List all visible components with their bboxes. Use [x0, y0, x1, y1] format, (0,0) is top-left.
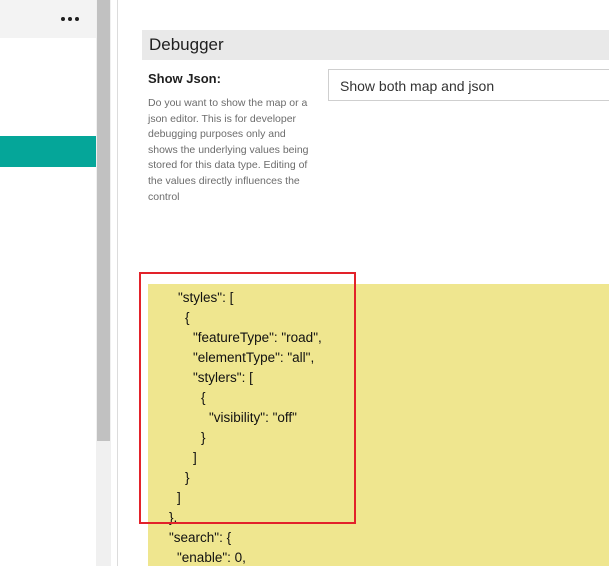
json-line: "search": {: [169, 530, 232, 545]
json-line: {: [185, 310, 190, 325]
json-line: },: [169, 510, 178, 525]
json-line: ]: [177, 490, 181, 505]
json-line: ]: [193, 450, 197, 465]
show-json-description: Do you want to show the map or a json ed…: [148, 97, 309, 203]
json-editor[interactable]: "styles": [ { "featureType": "road", "el…: [148, 284, 609, 566]
sidebar-item-active[interactable]: [0, 136, 96, 167]
show-json-select-value: Show both map and json: [340, 78, 495, 94]
more-options-icon[interactable]: [61, 14, 81, 24]
section-title: Debugger: [149, 35, 224, 54]
json-line: {: [201, 390, 206, 405]
json-line: "stylers": [: [193, 370, 253, 385]
show-json-label: Show Json:: [148, 71, 221, 86]
json-line: "enable": 0,: [177, 550, 246, 565]
panel-divider: [117, 0, 118, 566]
show-json-select[interactable]: Show both map and json: [328, 69, 609, 101]
json-line: "styles": [: [178, 290, 234, 305]
json-line: "featureType": "road",: [193, 330, 322, 345]
section-header: Debugger: [142, 30, 609, 60]
json-line: "elementType": "all",: [193, 350, 315, 365]
sidebar: [0, 0, 96, 566]
json-line: }: [201, 430, 206, 445]
scrollbar-thumb[interactable]: [97, 0, 110, 441]
json-line: }: [185, 470, 190, 485]
sidebar-header: [0, 0, 96, 38]
json-line: "visibility": "off": [209, 410, 297, 425]
